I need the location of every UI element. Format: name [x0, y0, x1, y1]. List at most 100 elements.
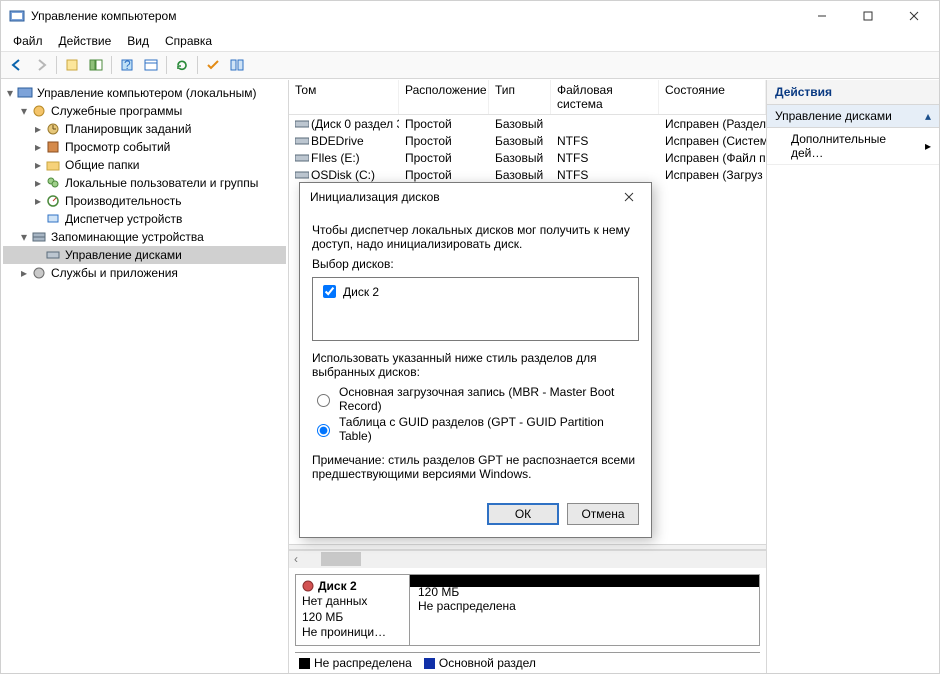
ok-button[interactable]: ОК	[487, 503, 559, 525]
dialog-title: Инициализация дисков	[310, 190, 613, 204]
maximize-button[interactable]	[845, 1, 891, 31]
volume-header: Том Расположение Тип Файловая система Со…	[289, 80, 766, 115]
expand-icon[interactable]: ▸	[31, 140, 45, 154]
perf-icon	[45, 193, 61, 209]
actions-pane: Действия Управление дисками ▴ Дополнител…	[767, 80, 939, 673]
expand-icon[interactable]: ▸	[31, 122, 45, 136]
radio-mbr-row[interactable]: Основная загрузочная запись (MBR - Maste…	[312, 385, 639, 413]
col-type[interactable]: Тип	[489, 80, 551, 114]
tree-root[interactable]: ▾ Управление компьютером (локальным)	[3, 84, 286, 102]
collapse-icon[interactable]: ▾	[17, 104, 31, 118]
dialog-style-label: Использовать указанный ниже стиль раздел…	[312, 351, 639, 379]
toolbar: ?	[1, 51, 939, 79]
menubar: Файл Действие Вид Справка	[1, 31, 939, 51]
dialog-note: Примечание: стиль разделов GPT не распоз…	[312, 453, 639, 481]
col-layout[interactable]: Расположение	[399, 80, 489, 114]
users-icon	[45, 175, 61, 191]
tree-task-scheduler[interactable]: ▸Планировщик заданий	[3, 120, 286, 138]
minimize-button[interactable]	[799, 1, 845, 31]
up-button[interactable]	[61, 54, 83, 76]
initialize-disk-dialog: Инициализация дисков Чтобы диспетчер лок…	[299, 182, 652, 538]
expand-icon[interactable]: ▸	[31, 176, 45, 190]
collapse-icon[interactable]: ▾	[17, 230, 31, 244]
svg-text:?: ?	[124, 58, 131, 72]
tree-pane: ▾ Управление компьютером (локальным) ▾ С…	[1, 80, 289, 673]
col-state[interactable]: Состояние	[659, 80, 766, 114]
refresh-button[interactable]	[171, 54, 193, 76]
storage-icon	[31, 229, 47, 245]
tools-icon	[31, 103, 47, 119]
actions-section-diskmgmt[interactable]: Управление дисками ▴	[767, 105, 939, 128]
folder-icon	[45, 157, 61, 173]
submenu-arrow-icon: ▸	[925, 139, 931, 153]
app-icon	[9, 8, 25, 24]
expand-icon[interactable]: ▸	[31, 194, 45, 208]
properties-button[interactable]	[140, 54, 162, 76]
expand-icon[interactable]: ▸	[17, 266, 31, 280]
tree-disk-management[interactable]: Управление дисками	[3, 246, 286, 264]
tree-system-tools[interactable]: ▾ Служебные программы	[3, 102, 286, 120]
disk-header: Диск 2 Нет данных 120 МБ Не проиници…	[296, 575, 410, 645]
clock-icon	[45, 121, 61, 137]
tree-services-apps[interactable]: ▸Службы и приложения	[3, 264, 286, 282]
titlebar: Управление компьютером	[1, 1, 939, 31]
h-scrollbar[interactable]: ‹	[289, 550, 766, 568]
menu-view[interactable]: Вид	[121, 32, 155, 50]
radio-gpt-row[interactable]: Таблица с GUID разделов (GPT - GUID Part…	[312, 415, 639, 443]
details-button[interactable]	[226, 54, 248, 76]
volume-row[interactable]: FIles (E:)ПростойБазовыйNTFSИсправен (Фа…	[289, 149, 766, 166]
volume-row[interactable]: BDEDriveПростойБазовыйNTFSИсправен (Сист…	[289, 132, 766, 149]
diskmgmt-icon	[45, 247, 61, 263]
dialog-select-label: Выбор дисков:	[312, 257, 639, 271]
tree-event-viewer[interactable]: ▸Просмотр событий	[3, 138, 286, 156]
event-icon	[45, 139, 61, 155]
menu-action[interactable]: Действие	[53, 32, 118, 50]
collapse-icon[interactable]: ▾	[3, 86, 17, 100]
legend-unallocated: Не распределена	[299, 656, 412, 670]
show-hide-tree-button[interactable]	[85, 54, 107, 76]
tree-storage[interactable]: ▾Запоминающие устройства	[3, 228, 286, 246]
back-button[interactable]	[6, 54, 28, 76]
computer-icon	[17, 85, 33, 101]
drive-icon	[295, 169, 309, 181]
expand-icon[interactable]: ▸	[31, 158, 45, 172]
disk-panel[interactable]: Диск 2 Нет данных 120 МБ Не проиници… 12…	[295, 574, 760, 646]
volume-row[interactable]: OSDisk (C:)ПростойБазовыйNTFSИсправен (З…	[289, 166, 766, 183]
actions-header: Действия	[767, 80, 939, 105]
dialog-intro: Чтобы диспетчер локальных дисков мог пол…	[312, 223, 639, 251]
collapse-arrow-icon: ▴	[925, 109, 931, 123]
help-button[interactable]: ?	[116, 54, 138, 76]
drive-icon	[295, 152, 309, 164]
forward-button[interactable]	[30, 54, 52, 76]
radio-gpt[interactable]	[317, 424, 330, 437]
menu-help[interactable]: Справка	[159, 32, 218, 50]
actions-more[interactable]: Дополнительные дей… ▸	[767, 128, 939, 165]
partition-color-bar	[410, 575, 759, 587]
disk-partition-unallocated[interactable]: 120 МБ Не распределена	[410, 575, 759, 645]
disk-checkbox-row[interactable]: Диск 2	[319, 282, 632, 301]
tree-shared-folders[interactable]: ▸Общие папки	[3, 156, 286, 174]
services-icon	[31, 265, 47, 281]
cancel-button[interactable]: Отмена	[567, 503, 639, 525]
tree-device-manager[interactable]: Диспетчер устройств	[3, 210, 286, 228]
col-volume[interactable]: Том	[289, 80, 399, 114]
volume-rows: (Диск 0 раздел 3)ПростойБазовыйИсправен …	[289, 115, 766, 183]
radio-mbr[interactable]	[317, 394, 330, 407]
close-button[interactable]	[891, 1, 937, 31]
disk-icon	[302, 580, 316, 592]
col-fs[interactable]: Файловая система	[551, 80, 659, 114]
window-title: Управление компьютером	[31, 9, 799, 23]
drive-icon	[295, 118, 309, 130]
list-button[interactable]	[202, 54, 224, 76]
tree-performance[interactable]: ▸Производительность	[3, 192, 286, 210]
volume-row[interactable]: (Диск 0 раздел 3)ПростойБазовыйИсправен …	[289, 115, 766, 132]
tree-local-users[interactable]: ▸Локальные пользователи и группы	[3, 174, 286, 192]
device-icon	[45, 211, 61, 227]
legend: Не распределена Основной раздел	[295, 652, 760, 673]
dialog-titlebar: Инициализация дисков	[300, 183, 651, 211]
menu-file[interactable]: Файл	[7, 32, 49, 50]
disk-select-list[interactable]: Диск 2	[312, 277, 639, 341]
legend-primary: Основной раздел	[424, 656, 536, 670]
disk2-checkbox[interactable]	[323, 285, 336, 298]
dialog-close-button[interactable]	[613, 186, 645, 208]
